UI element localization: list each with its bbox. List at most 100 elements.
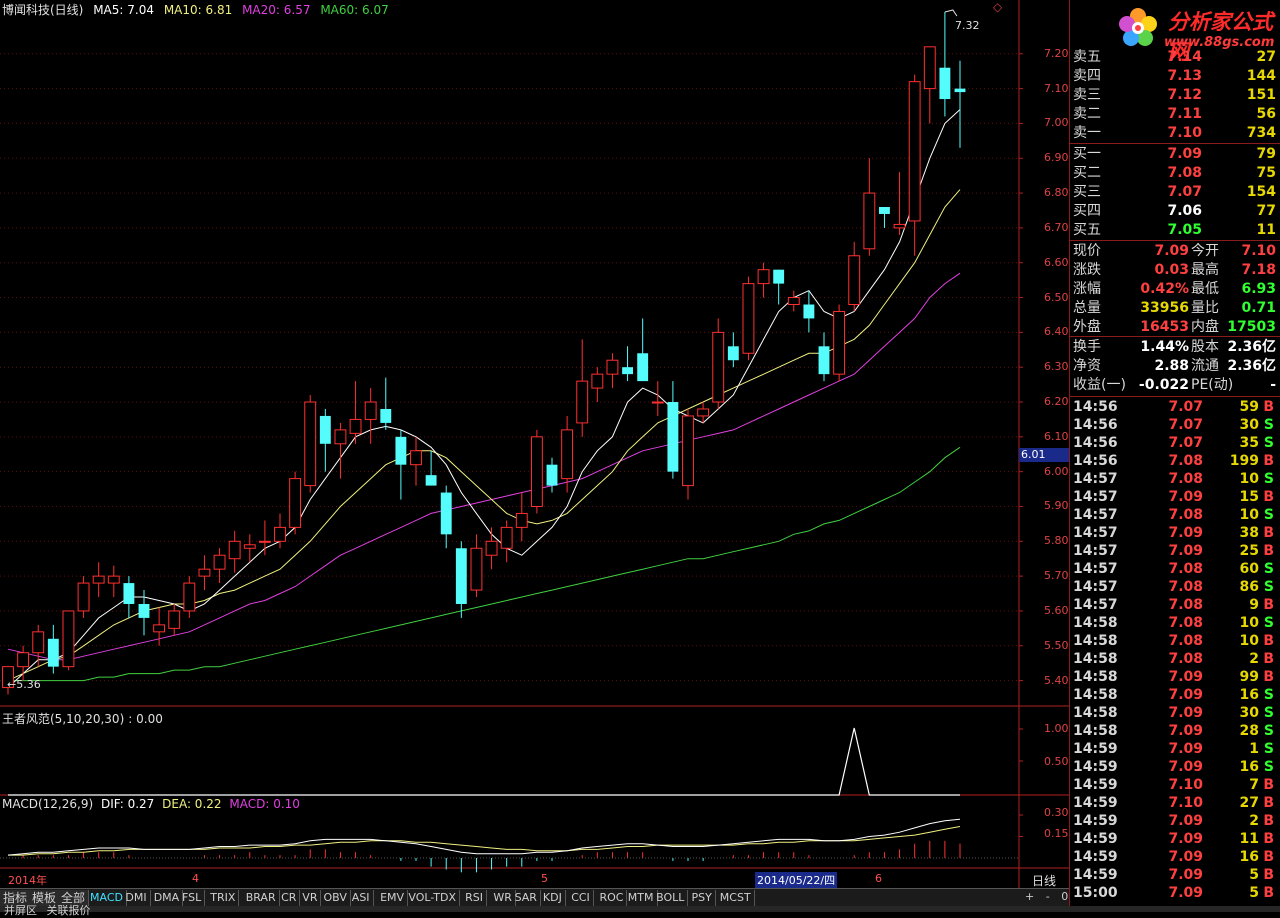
tab-vr[interactable]: VR <box>299 890 322 906</box>
tick-flag: S <box>1263 417 1274 433</box>
candle-up <box>697 408 710 417</box>
tab-fsl[interactable]: FSL <box>179 890 206 906</box>
bid-price: 7.06 <box>1167 203 1202 219</box>
tick-price: 7.09 <box>1168 741 1203 757</box>
tick-flag: B <box>1263 849 1274 865</box>
tab-emv[interactable]: EMV <box>377 890 409 906</box>
ask-row[interactable]: 卖二 7.11 56 <box>1073 105 1278 123</box>
status-left[interactable]: 并屏区 <box>4 904 37 917</box>
tick-price: 7.09 <box>1168 759 1203 775</box>
quote-value: 7.18 <box>1241 262 1276 278</box>
tab-vol-tdx[interactable]: VOL-TDX <box>405 890 460 906</box>
candle-up <box>92 575 105 584</box>
ask-row[interactable]: 卖四 7.13 144 <box>1073 67 1278 85</box>
ask-price: 7.14 <box>1167 49 1202 65</box>
candle-down <box>455 548 467 604</box>
chart-canvas[interactable] <box>0 0 1069 888</box>
tab-dmi[interactable]: DMI <box>122 890 151 906</box>
tick-price: 7.08 <box>1168 507 1203 523</box>
tick-time: 14:58 <box>1073 669 1118 685</box>
tick-row: 14:57 7.09 38 B <box>1073 524 1278 542</box>
tick-row: 14:56 7.08 199 B <box>1073 452 1278 470</box>
ask-volume: 734 <box>1246 125 1276 141</box>
candle-up <box>833 310 846 375</box>
tab-cr[interactable]: CR <box>278 890 301 906</box>
tab-psy[interactable]: PSY <box>689 890 716 906</box>
tick-volume: 5 <box>1249 867 1259 883</box>
tick-flag: S <box>1263 471 1274 487</box>
tab-boll[interactable]: BOLL <box>653 890 689 906</box>
x-label-may: 5 <box>541 872 548 885</box>
tab-brar[interactable]: BRAR <box>243 890 280 906</box>
indicator2-title-bar: MACD(12,26,9) DIF: 0.27 DEA: 0.22 MACD: … <box>2 797 304 811</box>
tick-row: 14:58 7.08 10 S <box>1073 614 1278 632</box>
candle-up <box>742 283 755 354</box>
tick-volume: 10 <box>1239 633 1259 649</box>
zoom-out-button[interactable]: - <box>1046 890 1050 903</box>
high-marker <box>944 9 958 17</box>
tab-mcst[interactable]: MCST <box>717 890 755 906</box>
quote-row: 外盘 16453 内盘 17503 <box>1073 318 1278 336</box>
tick-flag: B <box>1263 669 1274 685</box>
tick-time: 14:57 <box>1073 579 1118 595</box>
price-tick-label: 5.40 <box>1044 673 1069 687</box>
signal-line <box>8 727 960 796</box>
price-tick-label: 6.10 <box>1044 429 1069 443</box>
ask-row[interactable]: 卖五 7.14 27 <box>1073 48 1278 66</box>
bid-row[interactable]: 买五 7.05 11 <box>1073 221 1278 239</box>
tick-row: 14:58 7.08 2 B <box>1073 650 1278 668</box>
bid-row[interactable]: 买四 7.06 77 <box>1073 202 1278 220</box>
tick-price: 7.09 <box>1168 525 1203 541</box>
candle-down <box>803 304 815 319</box>
candle-down <box>727 346 739 361</box>
stats-label: 流通 <box>1191 358 1219 374</box>
cursor-price-tag: 6.01 <box>1019 448 1071 462</box>
ask-row[interactable]: 卖一 7.10 734 <box>1073 124 1278 142</box>
tab-obv[interactable]: OBV <box>321 890 351 906</box>
quote-value: 0.71 <box>1241 300 1276 316</box>
cursor-date-tag: 2014/05/22/四 <box>755 872 838 888</box>
ask-row[interactable]: 卖三 7.12 151 <box>1073 86 1278 104</box>
candle-up <box>213 554 226 570</box>
candle-up <box>923 46 936 90</box>
tab-kdj[interactable]: KDJ <box>540 890 566 906</box>
candle-down <box>879 207 890 214</box>
stats-label: PE(动) <box>1191 377 1234 393</box>
tick-row: 14:57 7.08 60 S <box>1073 560 1278 578</box>
zoom-reset-button[interactable]: 0 <box>1061 890 1068 903</box>
tab-cci[interactable]: CCI <box>568 890 594 906</box>
quote-value: 0.42% <box>1140 281 1189 297</box>
candle-up <box>712 331 725 403</box>
tab-rsi[interactable]: RSI <box>462 890 487 906</box>
tick-flag: S <box>1263 759 1274 775</box>
tick-volume: 30 <box>1239 417 1259 433</box>
diamond-icon[interactable]: ◇ <box>993 0 1002 14</box>
candle-down <box>773 269 785 284</box>
tick-volume: 10 <box>1239 507 1259 523</box>
ask-price: 7.11 <box>1167 106 1202 122</box>
tick-time: 14:57 <box>1073 597 1118 613</box>
stock-title: 博闻科技(日线) <box>2 3 84 17</box>
tab-sar[interactable]: SAR <box>512 890 541 906</box>
tab-trix[interactable]: TRIX <box>207 890 240 906</box>
tab-roc[interactable]: ROC <box>597 890 628 906</box>
tick-price: 7.08 <box>1168 471 1203 487</box>
bid-row[interactable]: 买三 7.07 154 <box>1073 183 1278 201</box>
ask-volume: 56 <box>1256 106 1276 122</box>
status-right[interactable]: 关联报价 <box>47 904 91 917</box>
tick-volume: 59 <box>1239 399 1259 415</box>
stats-value: 1.44% <box>1140 339 1189 355</box>
tab-asi[interactable]: ASI <box>349 890 374 906</box>
zoom-in-button[interactable]: + <box>1025 890 1034 903</box>
period-label[interactable]: 日线 <box>1032 872 1056 889</box>
tab-macd[interactable]: MACD <box>87 890 127 906</box>
tick-flag: B <box>1263 813 1274 829</box>
bid-row[interactable]: 买一 7.09 79 <box>1073 145 1278 163</box>
tick-volume: 86 <box>1239 579 1259 595</box>
candle-up <box>787 297 800 306</box>
bid-row[interactable]: 买二 7.08 75 <box>1073 164 1278 182</box>
ask-volume: 151 <box>1246 87 1276 103</box>
ma5-label: MA5: 7.04 <box>93 3 154 17</box>
stats-label: 净资 <box>1073 358 1101 374</box>
indicator-tab-bar: 指标 模板 全部 MACD DMI DMA FSL TRIX BRAR CR VR OBV ASI EMV… <box>0 888 1069 907</box>
